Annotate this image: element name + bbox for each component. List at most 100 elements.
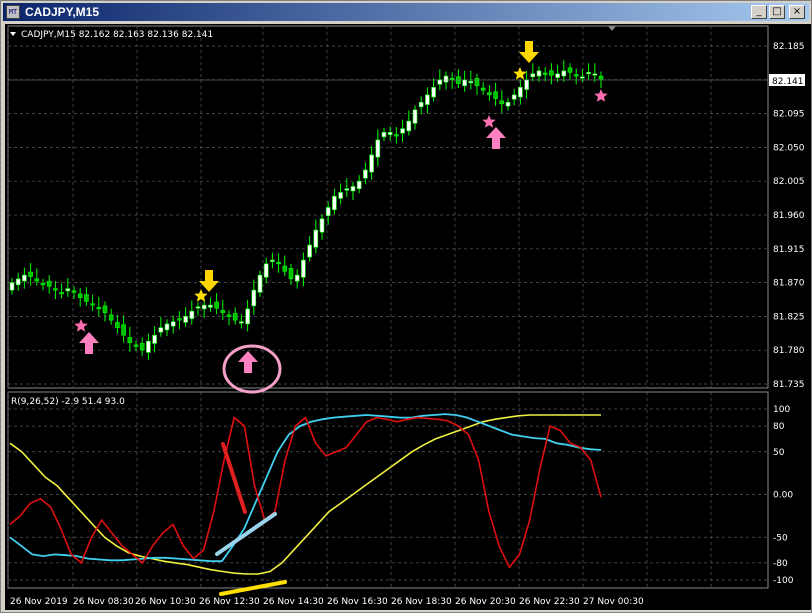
grid-lines xyxy=(7,26,768,588)
candle-bear xyxy=(220,310,226,313)
candle-bear xyxy=(102,305,108,313)
annotation-red-stroke xyxy=(221,442,247,514)
candle-bull xyxy=(344,188,350,191)
time-tick-label: 26 Nov 2019 xyxy=(10,597,68,607)
candle-bull xyxy=(437,79,443,85)
candle-bear xyxy=(549,70,554,76)
time-tick-label: 27 Nov 00:30 xyxy=(583,597,644,607)
candle-bull xyxy=(294,274,300,282)
candle-bear xyxy=(77,293,83,298)
candle-bull xyxy=(505,102,511,107)
candle-bear xyxy=(115,322,120,328)
candle-bear xyxy=(46,280,52,287)
candle-bull xyxy=(195,306,201,309)
indicator-tick-label: 50 xyxy=(773,448,785,458)
price-tick-label: 81.915 xyxy=(773,245,805,255)
candle-bull xyxy=(425,94,430,105)
time-tick-label: 26 Nov 12:30 xyxy=(199,597,260,607)
candle-bear xyxy=(276,262,281,265)
candle-bull xyxy=(524,79,529,90)
indicator-line-red xyxy=(9,416,602,569)
indicator-tick-label: 80 xyxy=(773,422,785,432)
price-tick-label: 81.735 xyxy=(773,380,805,390)
candle-bear xyxy=(499,100,505,105)
candle-bull xyxy=(412,109,418,124)
candle-bull xyxy=(400,128,405,134)
candle-bear xyxy=(96,307,102,310)
scroll-marker-icon xyxy=(608,26,616,31)
price-tick-label: 81.825 xyxy=(773,312,805,322)
candle-bull xyxy=(555,73,560,78)
candle-bear xyxy=(127,337,133,343)
arrow-up-icon xyxy=(238,351,258,373)
annotation-cyan-stroke xyxy=(215,512,277,556)
arrow-up-icon xyxy=(486,127,506,149)
price-tick-label: 81.870 xyxy=(773,279,805,289)
candle-bull xyxy=(208,304,213,308)
candle-bear xyxy=(121,324,126,336)
candle-bull xyxy=(518,87,523,98)
candle-bear xyxy=(214,301,219,309)
price-tick-label: 82.005 xyxy=(773,177,805,187)
candle-bull xyxy=(592,73,598,76)
arrow-up-icon xyxy=(79,332,99,354)
candles xyxy=(9,60,604,360)
maximize-button[interactable]: □ xyxy=(769,5,785,19)
candle-bear xyxy=(177,318,182,321)
title-bar[interactable]: MT CADJPY,M15 _ □ × xyxy=(3,3,809,21)
candle-bear xyxy=(493,91,498,99)
candle-bear xyxy=(542,72,548,75)
chart-area[interactable]: 82.18582.14082.09582.05082.00581.96081.9… xyxy=(5,24,811,610)
candle-bull xyxy=(406,120,412,132)
candle-bull xyxy=(338,192,343,199)
candle-bull xyxy=(363,169,368,179)
candle-bull xyxy=(239,321,244,324)
candle-bear xyxy=(598,75,604,80)
price-tick-label: 82.095 xyxy=(773,110,805,120)
candle-bull xyxy=(350,186,356,192)
candle-bull xyxy=(381,132,387,138)
candle-bull xyxy=(586,71,591,75)
candle-bull xyxy=(319,218,325,233)
candle-bull xyxy=(201,304,207,310)
indicator-tick-label: 100 xyxy=(773,405,790,415)
candle-bear xyxy=(394,134,399,137)
time-tick-label: 26 Nov 10:30 xyxy=(135,597,196,607)
chart-window: MT CADJPY,M15 _ □ × 82.18582.14082.09582… xyxy=(0,0,812,613)
candle-bear xyxy=(28,271,33,277)
signal-star-icon xyxy=(194,289,208,302)
candle-bull xyxy=(270,259,275,262)
candle-bear xyxy=(232,313,238,321)
time-tick-label: 26 Nov 08:30 xyxy=(73,597,134,607)
candle-bear xyxy=(226,314,232,317)
chart-window-icon[interactable]: MT xyxy=(6,5,20,19)
indicator-tick-label: -50 xyxy=(773,533,788,543)
candle-bear xyxy=(71,290,77,293)
window-title: CADJPY,M15 xyxy=(25,5,100,19)
arrow-down-icon xyxy=(199,270,219,292)
chart-svg[interactable]: 82.18582.14082.09582.05082.00581.96081.9… xyxy=(5,24,811,610)
candle-bull xyxy=(462,79,467,87)
candle-bull xyxy=(561,70,567,77)
candle-bull xyxy=(245,308,250,325)
candle-bull xyxy=(158,327,164,333)
minimize-button[interactable]: _ xyxy=(751,5,767,19)
price-tick-label: 81.780 xyxy=(773,346,805,356)
dropdown-icon[interactable] xyxy=(10,32,16,36)
candle-bull xyxy=(536,70,542,77)
candle-bull xyxy=(511,94,517,100)
indicator-header: R(9,26,52) -2.9 51.4 93.0 xyxy=(11,397,125,407)
candle-bear xyxy=(480,87,486,91)
candle-bull xyxy=(325,207,331,217)
candle-bear xyxy=(573,74,579,77)
time-tick-label: 26 Nov 16:30 xyxy=(327,597,388,607)
candle-bear xyxy=(34,278,40,282)
candle-bull xyxy=(387,132,393,135)
candle-bull xyxy=(189,310,195,319)
close-button[interactable]: × xyxy=(789,5,805,19)
candle-bull xyxy=(164,323,170,331)
candle-bear xyxy=(567,67,573,73)
candle-bull xyxy=(170,321,176,327)
candle-bull xyxy=(15,278,21,286)
indicator-panel-frame xyxy=(7,391,769,589)
